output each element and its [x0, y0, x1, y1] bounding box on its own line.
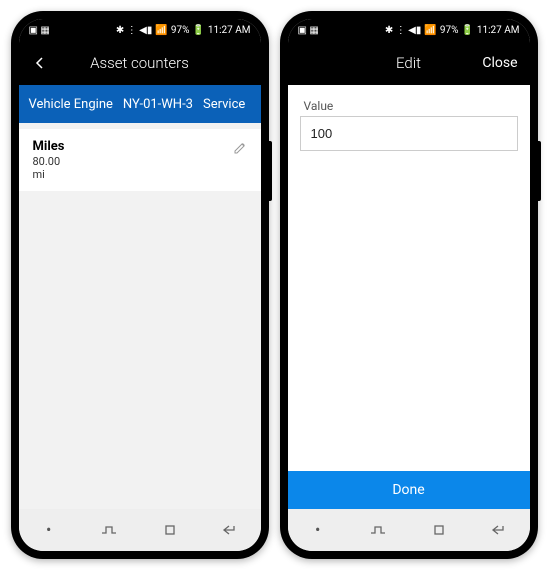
- back-button[interactable]: [31, 54, 49, 72]
- clock: 11:27 AM: [477, 25, 520, 36]
- app-topbar: Asset counters: [19, 41, 261, 85]
- counter-row[interactable]: Miles 80.00 mi: [19, 129, 261, 191]
- battery-pct: 97%: [171, 25, 190, 36]
- status-left: ▣ ▦: [29, 25, 50, 36]
- phone-frame-left: ▣ ▦ ✱ ⋮ ◀▮ 📶 97% 🔋 11:27 AM Asset counte…: [11, 11, 269, 559]
- android-nav-bar: •: [288, 509, 530, 551]
- content-area: Miles 80.00 mi: [19, 123, 261, 509]
- status-icons-left: ▣ ▦: [298, 25, 319, 36]
- status-right: ✱ ⋮ ◀▮ 📶 97% 🔋 11:27 AM: [385, 25, 520, 36]
- screen-right: ▣ ▦ ✱ ⋮ ◀▮ 📶 97% 🔋 11:27 AM Edit Close V…: [288, 19, 530, 551]
- status-right: ✱ ⋮ ◀▮ 📶 97% 🔋 11:27 AM: [116, 25, 251, 36]
- back-arrow-icon: [491, 524, 507, 536]
- home-icon: [163, 523, 177, 537]
- clock: 11:27 AM: [208, 25, 251, 36]
- pencil-icon: [233, 141, 247, 155]
- chevron-left-icon: [33, 56, 47, 70]
- screen-left: ▣ ▦ ✱ ⋮ ◀▮ 📶 97% 🔋 11:27 AM Asset counte…: [19, 19, 261, 551]
- signal-icon: 📶: [424, 25, 436, 36]
- counter-value: 80.00: [33, 155, 65, 168]
- back-nav-button[interactable]: [479, 524, 519, 536]
- status-bar: ▣ ▦ ✱ ⋮ ◀▮ 📶 97% 🔋 11:27 AM: [19, 19, 261, 41]
- asset-type: Vehicle Engine: [29, 97, 113, 112]
- close-button[interactable]: Close: [482, 55, 517, 71]
- counter-unit: mi: [33, 168, 65, 181]
- counter-info: Miles 80.00 mi: [33, 139, 65, 181]
- android-nav-bar: •: [19, 509, 261, 551]
- asset-id: NY-01-WH-3: [123, 97, 193, 112]
- recents-button[interactable]: [358, 524, 398, 536]
- asset-service: Service: [203, 97, 245, 112]
- phone-frame-right: ▣ ▦ ✱ ⋮ ◀▮ 📶 97% 🔋 11:27 AM Edit Close V…: [280, 11, 538, 559]
- recents-icon: [370, 524, 386, 536]
- status-icons-right: ✱ ⋮ ◀▮: [385, 25, 422, 36]
- recents-button[interactable]: [89, 524, 129, 536]
- value-input[interactable]: [300, 116, 518, 151]
- battery-icon: 🔋: [461, 25, 473, 36]
- battery-icon: 🔋: [192, 25, 204, 36]
- content-area: Value: [288, 85, 530, 471]
- page-title: Edit: [396, 54, 421, 72]
- status-icons-left: ▣ ▦: [29, 25, 50, 36]
- status-left: ▣ ▦: [298, 25, 319, 36]
- back-nav-button[interactable]: [210, 524, 250, 536]
- status-icons-right: ✱ ⋮ ◀▮: [116, 25, 153, 36]
- asset-header: Vehicle Engine NY-01-WH-3 Service: [19, 85, 261, 123]
- home-icon: [432, 523, 446, 537]
- counter-name: Miles: [33, 139, 65, 154]
- page-title: Asset counters: [90, 54, 189, 72]
- done-button[interactable]: Done: [288, 471, 530, 509]
- back-arrow-icon: [222, 524, 238, 536]
- home-button[interactable]: [150, 523, 190, 537]
- app-topbar: Edit Close: [288, 41, 530, 85]
- battery-pct: 97%: [440, 25, 459, 36]
- status-bar: ▣ ▦ ✱ ⋮ ◀▮ 📶 97% 🔋 11:27 AM: [288, 19, 530, 41]
- home-button[interactable]: [419, 523, 459, 537]
- recents-icon: [101, 524, 117, 536]
- value-label: Value: [304, 99, 518, 113]
- signal-icon: 📶: [155, 25, 167, 36]
- edit-icon[interactable]: [233, 141, 247, 155]
